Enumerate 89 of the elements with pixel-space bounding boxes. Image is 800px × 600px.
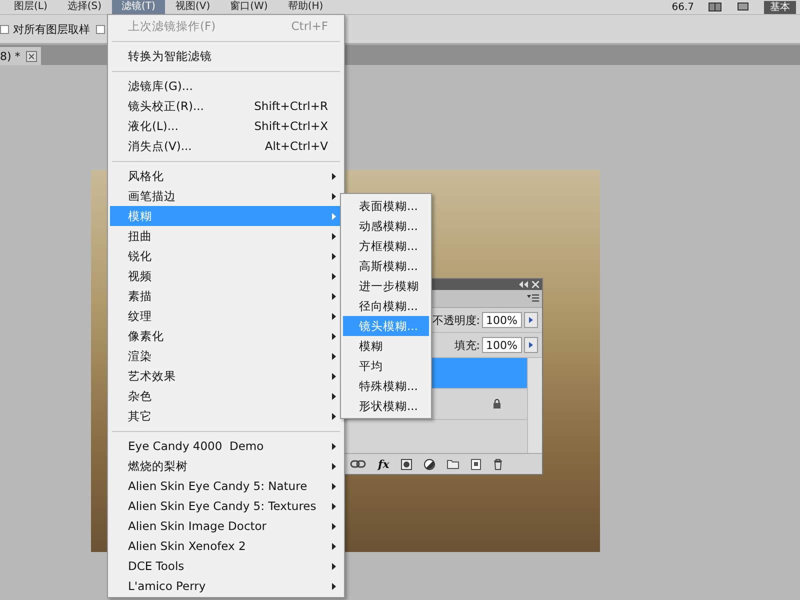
layout-icon[interactable] bbox=[708, 2, 722, 12]
menu-item[interactable]: 滤镜库(G)... bbox=[110, 76, 342, 96]
menu-item[interactable]: L'amico Perry bbox=[110, 576, 342, 596]
mask-icon[interactable] bbox=[401, 458, 412, 470]
menu-item[interactable]: 平均 bbox=[343, 356, 429, 376]
submenu-arrow-icon bbox=[332, 543, 336, 550]
submenu-arrow-icon bbox=[332, 413, 336, 420]
new-layer-icon[interactable] bbox=[471, 458, 482, 470]
submenu-arrow-icon bbox=[332, 463, 336, 470]
menu-item[interactable]: 其它 bbox=[110, 406, 342, 426]
arrow-icon bbox=[529, 342, 533, 348]
menu-item[interactable]: 锐化 bbox=[110, 246, 342, 266]
submenu-arrow-icon bbox=[332, 523, 336, 530]
close-icon[interactable] bbox=[26, 50, 38, 62]
opacity-slider-button[interactable] bbox=[524, 312, 538, 328]
collapse-icon[interactable] bbox=[519, 281, 528, 288]
menu-bar-item[interactable]: 图层(L) bbox=[4, 0, 58, 14]
menu-bar-item[interactable]: 窗口(W) bbox=[220, 0, 278, 14]
menu-item[interactable]: 渲染 bbox=[110, 346, 342, 366]
menu-item[interactable]: 形状模糊... bbox=[343, 396, 429, 416]
menu-item[interactable]: Alien Skin Eye Candy 5: Textures bbox=[110, 496, 342, 516]
folder-icon[interactable] bbox=[447, 459, 460, 469]
menu-item[interactable]: 表面模糊... bbox=[343, 196, 429, 216]
menu-icon[interactable] bbox=[527, 294, 539, 303]
trash-icon[interactable] bbox=[493, 458, 504, 470]
menu-item[interactable]: 风格化 bbox=[110, 166, 342, 186]
submenu-arrow-icon bbox=[332, 563, 336, 570]
zoom-level[interactable]: 66.7 bbox=[672, 2, 694, 12]
submenu-arrow-icon bbox=[332, 483, 336, 490]
menu-item[interactable]: 径向模糊... bbox=[343, 296, 429, 316]
menu-bar-item[interactable]: 视图(V) bbox=[165, 0, 220, 14]
checkbox[interactable] bbox=[0, 24, 9, 34]
workspace-button[interactable]: 基本 bbox=[764, 0, 796, 14]
menu-item[interactable]: Alien Skin Xenofex 2 bbox=[110, 536, 342, 556]
submenu-arrow-icon bbox=[332, 393, 336, 400]
submenu-arrow-icon bbox=[332, 193, 336, 200]
fill-label: 填充: bbox=[454, 338, 480, 352]
menu-item[interactable]: 转换为智能滤镜 bbox=[110, 46, 342, 66]
submenu-arrow-icon bbox=[332, 173, 336, 180]
layer-style-button[interactable]: fx bbox=[378, 458, 390, 470]
scrollbar[interactable] bbox=[527, 358, 542, 453]
menu-item[interactable]: 消失点(V)... Alt+Ctrl+V bbox=[110, 136, 342, 156]
checkbox-label: 对所有图层取样 bbox=[13, 22, 90, 36]
menu-item[interactable]: Alien Skin Image Doctor bbox=[110, 516, 342, 536]
submenu-arrow-icon bbox=[332, 373, 336, 380]
submenu-arrow-icon bbox=[332, 293, 336, 300]
menu-item[interactable]: 画笔描边 bbox=[110, 186, 342, 206]
menu-bar-item[interactable]: 滤镜(T) bbox=[112, 0, 166, 14]
submenu-arrow-icon bbox=[332, 333, 336, 340]
menu-item[interactable]: 进一步模糊 bbox=[343, 276, 429, 296]
submenu-arrow-icon bbox=[332, 503, 336, 510]
screen-mode-icon[interactable] bbox=[736, 2, 750, 12]
menu-item[interactable]: 纹理 bbox=[110, 306, 342, 326]
menu-item[interactable]: 特殊模糊... bbox=[343, 376, 429, 396]
submenu-arrow-icon bbox=[332, 253, 336, 260]
menu-item[interactable]: 燃烧的梨树 bbox=[110, 456, 342, 476]
opacity-label: 不透明度: bbox=[432, 312, 480, 328]
submenu-arrow-icon bbox=[332, 213, 336, 220]
menu-item[interactable]: 动感模糊... bbox=[343, 216, 429, 236]
submenu-arrow-icon bbox=[332, 443, 336, 450]
menu-item[interactable]: 像素化 bbox=[110, 326, 342, 346]
fill-slider-button[interactable] bbox=[524, 337, 538, 353]
menu-item[interactable]: 扭曲 bbox=[110, 226, 342, 246]
submenu-arrow-icon bbox=[332, 583, 336, 590]
menu-item[interactable]: 高斯模糊... bbox=[343, 256, 429, 276]
menu-item[interactable]: 素描 bbox=[110, 286, 342, 306]
menu-item[interactable]: 液化(L)... Shift+Ctrl+X bbox=[110, 116, 342, 136]
menu-item[interactable]: Alien Skin Eye Candy 5: Nature bbox=[110, 476, 342, 496]
checkbox[interactable] bbox=[96, 24, 105, 34]
menu-item[interactable]: 艺术效果 bbox=[110, 366, 342, 386]
menu-item[interactable]: DCE Tools bbox=[110, 556, 342, 576]
menu-item[interactable]: 模糊 bbox=[343, 336, 429, 356]
submenu-arrow-icon bbox=[332, 233, 336, 240]
submenu-arrow-icon bbox=[332, 353, 336, 360]
submenu-arrow-icon bbox=[332, 313, 336, 320]
menu-item[interactable]: 镜头校正(R)... Shift+Ctrl+R bbox=[110, 96, 342, 116]
link-icon[interactable] bbox=[350, 460, 366, 468]
menu-bar-item[interactable]: 选择(S) bbox=[57, 0, 112, 14]
menu-item[interactable]: 杂色 bbox=[110, 386, 342, 406]
opacity-field[interactable]: 100% bbox=[482, 312, 522, 328]
menu-item[interactable]: 方框模糊... bbox=[343, 236, 429, 256]
adjustment-icon[interactable] bbox=[424, 458, 436, 470]
menu-bar-item[interactable]: 帮助(H) bbox=[278, 0, 334, 14]
menu-item[interactable]: Eye Candy 4000 Demo bbox=[110, 436, 342, 456]
fill-field[interactable]: 100% bbox=[482, 337, 522, 353]
arrow-icon bbox=[529, 317, 533, 323]
submenu-arrow-icon bbox=[332, 273, 336, 280]
lock-icon bbox=[493, 399, 501, 409]
menu-item[interactable]: 视频 bbox=[110, 266, 342, 286]
